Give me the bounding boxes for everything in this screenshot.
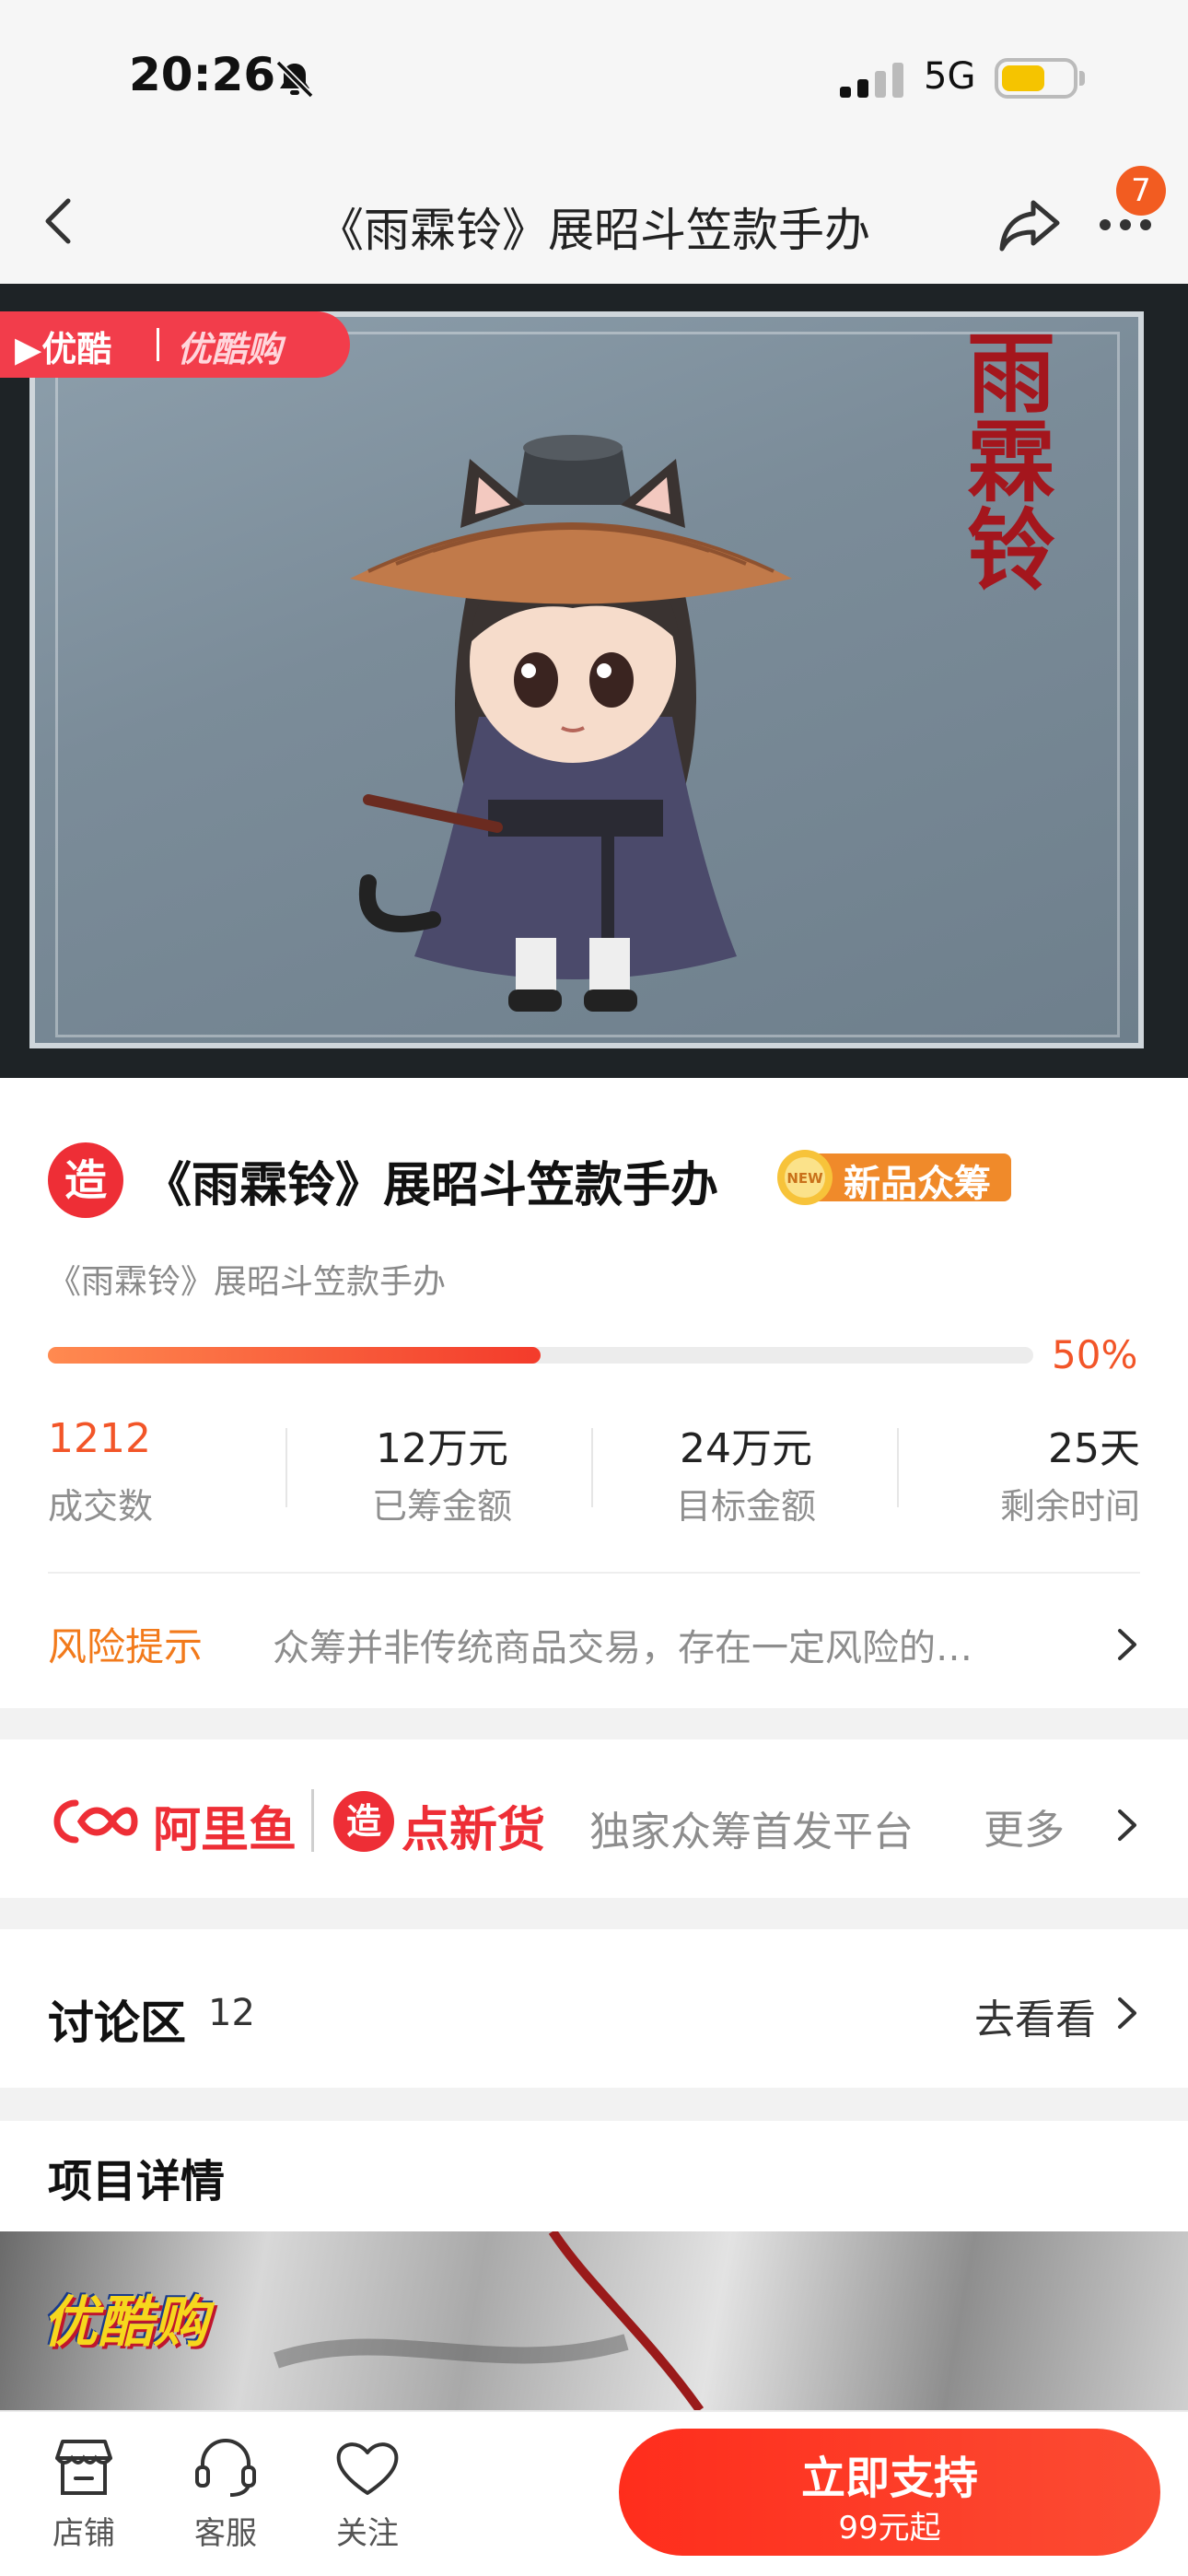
divider	[48, 1572, 1140, 1574]
product-subtitle: 《雨霖铃》展昭斗笠款手办	[48, 1263, 447, 1301]
stat-orders-value: 1212	[48, 1415, 151, 1462]
new-badge-tag: NEW	[786, 1170, 823, 1187]
stat-target-value: 24万元	[680, 1425, 812, 1472]
mute-bell-icon	[275, 60, 314, 99]
platform-more-link[interactable]: 更多	[984, 1797, 1065, 1856]
chevron-right-icon[interactable]	[1111, 1804, 1142, 1846]
status-time: 20:26	[129, 48, 276, 101]
discussion-label: 讨论区	[48, 1996, 186, 2050]
zao-brand-icon: 造	[48, 1142, 123, 1218]
stat-divider	[897, 1428, 899, 1507]
figure-illustration	[350, 435, 792, 1012]
stat-orders-label: 成交数	[48, 1486, 154, 1527]
discussion-view-link[interactable]: 去看看	[974, 1986, 1096, 2045]
stat-divider	[591, 1428, 593, 1507]
discussion-count: 12	[208, 1992, 255, 2034]
youku-goods-logo: 优酷购	[42, 2290, 208, 2355]
stat-raised-label: 已筹金额	[371, 1486, 512, 1527]
share-icon[interactable]	[996, 195, 1063, 254]
support-now-label[interactable]: 立即支持	[619, 2441, 1160, 2506]
headset-icon[interactable]	[192, 2436, 260, 2499]
new-badge-label: 新品众筹	[844, 1163, 991, 1205]
drama-title-logo: 雨霖铃	[967, 322, 1055, 603]
store-icon[interactable]	[50, 2436, 118, 2499]
chevron-right-icon[interactable]	[1111, 1992, 1142, 2034]
notification-badge: 7	[1116, 166, 1166, 216]
tab-customer-service[interactable]: 客服	[192, 2508, 260, 2553]
hero-image[interactable]: ▶优酷 优酷购 雨霖铃	[0, 284, 1188, 1078]
risk-warning-label[interactable]: 风险提示	[48, 1616, 203, 1672]
stat-remaining-label: 剩余时间	[999, 1486, 1140, 1527]
support-price-label[interactable]: 99元起	[619, 2502, 1160, 2547]
progress-percent: 50%	[1052, 1332, 1138, 1377]
product-title: 《雨霖铃》展昭斗笠款手办	[144, 1158, 719, 1213]
brand-separator	[311, 1789, 314, 1852]
stat-target-label: 目标金额	[675, 1486, 816, 1527]
risk-warning-text[interactable]: 众筹并非传统商品交易，存在一定风险的…	[273, 1618, 1065, 1671]
youku-goods-logo: 优酷购	[177, 329, 283, 369]
battery-level	[1002, 65, 1044, 91]
stat-divider	[285, 1428, 287, 1507]
signal-icon	[840, 63, 903, 98]
nav-title: 《雨霖铃》展昭斗笠款手办	[318, 204, 870, 257]
back-chevron-icon[interactable]	[31, 192, 87, 251]
zaodianxinhuo-brand: 点新货	[402, 1803, 546, 1858]
platform-description: 独家众筹首发平台	[589, 1809, 914, 1856]
tab-store[interactable]: 店铺	[50, 2508, 118, 2553]
battery-tip	[1079, 71, 1085, 86]
heart-icon[interactable]	[333, 2438, 402, 2499]
youku-logo: ▶优酷	[15, 329, 112, 369]
youku-badge-separator	[157, 328, 159, 361]
progress-fill	[48, 1347, 541, 1364]
aliyu-brand: 阿里鱼	[153, 1803, 297, 1858]
chevron-right-icon[interactable]	[1111, 1623, 1142, 1666]
aliyu-logo-icon	[53, 1799, 138, 1844]
zao-brand-icon: 造	[333, 1791, 394, 1852]
tab-follow[interactable]: 关注	[333, 2508, 402, 2553]
details-title: 项目详情	[48, 2156, 226, 2207]
stat-remaining-value: 25天	[1048, 1425, 1140, 1472]
stat-raised-value: 12万元	[376, 1425, 508, 1472]
network-type: 5G	[924, 55, 976, 98]
